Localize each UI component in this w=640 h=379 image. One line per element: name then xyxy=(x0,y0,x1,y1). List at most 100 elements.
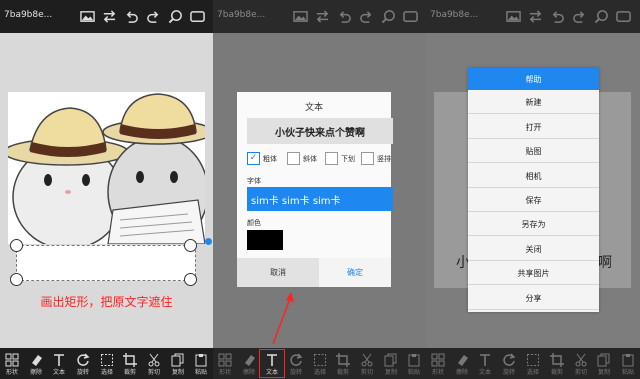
cancel-button[interactable]: 取消 xyxy=(237,258,319,287)
menu-item[interactable]: 另存为 xyxy=(468,214,599,237)
redo-icon[interactable] xyxy=(572,9,587,24)
tool-rotate[interactable]: 旋转 xyxy=(497,350,521,377)
tool-rotate[interactable]: 旋转 xyxy=(71,350,95,377)
tool-select[interactable]: 选择 xyxy=(521,350,545,377)
menu-item[interactable]: 相机 xyxy=(468,166,599,188)
select-icon xyxy=(526,352,540,366)
image-icon[interactable] xyxy=(80,9,95,24)
tool-copy[interactable]: 复制 xyxy=(379,350,403,377)
tool-select[interactable]: 选择 xyxy=(95,350,119,377)
drawn-rectangle[interactable] xyxy=(16,245,196,281)
undo-icon[interactable] xyxy=(124,9,139,24)
eraser-icon xyxy=(242,352,256,366)
tool-grid[interactable]: 形状 xyxy=(426,350,450,377)
font-select[interactable]: sim卡 sim卡 sim卡 xyxy=(247,187,393,211)
text-icon xyxy=(265,352,279,366)
tool-label: 裁剪 xyxy=(550,369,563,376)
color-label: 颜色 xyxy=(247,219,261,227)
image-icon[interactable] xyxy=(293,9,308,24)
tool-scissors[interactable]: 剪切 xyxy=(142,350,166,377)
menu-item[interactable]: 分享 xyxy=(468,288,599,310)
text-input[interactable]: 小伙子快来点个赞啊 xyxy=(247,118,393,144)
fullscreen-icon[interactable] xyxy=(190,9,205,24)
comic-image xyxy=(8,92,205,244)
undo-icon[interactable] xyxy=(337,9,352,24)
tool-select[interactable]: 选择 xyxy=(308,350,332,377)
grid-icon xyxy=(218,352,232,367)
bottom-toolbar: 形状 擦除 文本 旋转 选择 裁剪 剪切 复制 粘贴 xyxy=(213,348,426,379)
bold-checkbox[interactable]: ✓ 粗体 xyxy=(247,152,277,165)
redo-icon[interactable] xyxy=(146,9,161,24)
menu-item[interactable]: 共享图片 xyxy=(468,263,599,286)
menu-item[interactable]: 帮助 xyxy=(468,68,599,90)
tool-grid[interactable]: 形状 xyxy=(213,350,237,377)
tool-eraser[interactable]: 擦除 xyxy=(237,350,261,377)
tutorial-screenshot: 7ba9b8e... 画出矩形，把原文字遮住 形状 擦除 文本 旋转 选择 裁剪… xyxy=(0,0,640,379)
hamster-illustration xyxy=(8,93,205,244)
resize-handle[interactable] xyxy=(10,273,23,286)
menu-item[interactable]: 关闭 xyxy=(468,239,599,261)
tool-eraser[interactable]: 擦除 xyxy=(24,350,48,377)
tool-grid[interactable]: 形状 xyxy=(0,350,24,377)
confirm-button[interactable]: 确定 xyxy=(319,258,391,287)
italic-checkbox[interactable]: 斜体 xyxy=(287,152,317,165)
fullscreen-icon[interactable] xyxy=(403,9,418,24)
tool-label: 形状 xyxy=(431,369,444,376)
paste-icon xyxy=(194,352,208,367)
scissors-icon xyxy=(574,352,588,367)
copy-icon xyxy=(597,352,611,367)
copy-icon xyxy=(171,352,185,367)
menu-item[interactable]: 打开 xyxy=(468,117,599,139)
rotate-handle-icon[interactable] xyxy=(205,238,212,245)
resize-handle[interactable] xyxy=(184,239,197,252)
tool-label: 文本 xyxy=(478,369,491,376)
file-name: 7ba9b8e... xyxy=(4,10,53,20)
font-label: 字体 xyxy=(247,177,261,185)
main-menu: 帮助 新建 打开 贴图 相机 保存 另存为 关闭 共享图片 分享 xyxy=(468,68,599,312)
tool-rotate[interactable]: 旋转 xyxy=(284,350,308,377)
rotate-icon xyxy=(502,352,516,366)
swap-icon[interactable] xyxy=(528,9,543,24)
tool-paste[interactable]: 粘贴 xyxy=(402,350,426,377)
top-icons xyxy=(506,8,631,25)
rotate-icon xyxy=(76,352,90,366)
vertical-checkbox[interactable]: 竖排 xyxy=(361,152,391,165)
tool-copy[interactable]: 复制 xyxy=(166,350,190,377)
tool-paste[interactable]: 粘贴 xyxy=(616,350,640,377)
tool-eraser[interactable]: 擦除 xyxy=(450,350,474,377)
tool-paste[interactable]: 粘贴 xyxy=(189,350,213,377)
image-icon[interactable] xyxy=(506,9,521,24)
resize-handle[interactable] xyxy=(10,239,23,252)
panel-draw-rectangle: 7ba9b8e... 画出矩形，把原文字遮住 形状 擦除 文本 旋转 选择 裁剪… xyxy=(0,0,213,379)
swap-icon[interactable] xyxy=(102,9,117,24)
tool-scissors[interactable]: 剪切 xyxy=(355,350,379,377)
tool-label: 选择 xyxy=(526,369,539,376)
crop-icon xyxy=(550,352,564,367)
tool-crop[interactable]: 裁剪 xyxy=(331,350,355,377)
swap-icon[interactable] xyxy=(315,9,330,24)
tool-crop[interactable]: 裁剪 xyxy=(118,350,142,377)
resize-handle[interactable] xyxy=(184,273,197,286)
zoom-icon[interactable] xyxy=(594,9,609,24)
menu-item[interactable]: 新建 xyxy=(468,92,599,115)
zoom-icon[interactable] xyxy=(381,9,396,24)
tool-text[interactable]: 文本 xyxy=(259,349,285,378)
checkbox-box xyxy=(325,152,338,165)
tool-label: 裁剪 xyxy=(123,369,136,376)
tool-crop[interactable]: 裁剪 xyxy=(545,350,569,377)
checkbox-box xyxy=(361,152,374,165)
grid-icon xyxy=(5,352,19,367)
tool-copy[interactable]: 复制 xyxy=(592,350,616,377)
redo-icon[interactable] xyxy=(359,9,374,24)
undo-icon[interactable] xyxy=(550,9,565,24)
menu-item[interactable]: 保存 xyxy=(468,190,599,212)
tool-text[interactable]: 文本 xyxy=(47,350,71,377)
fullscreen-icon[interactable] xyxy=(616,9,631,24)
color-swatch[interactable] xyxy=(247,230,283,250)
tool-label: 文本 xyxy=(265,369,278,376)
tool-scissors[interactable]: 剪切 xyxy=(569,350,593,377)
underline-checkbox[interactable]: 下划 xyxy=(325,152,355,165)
menu-item[interactable]: 贴图 xyxy=(468,141,599,164)
tool-text[interactable]: 文本 xyxy=(473,350,497,377)
zoom-icon[interactable] xyxy=(168,9,183,24)
